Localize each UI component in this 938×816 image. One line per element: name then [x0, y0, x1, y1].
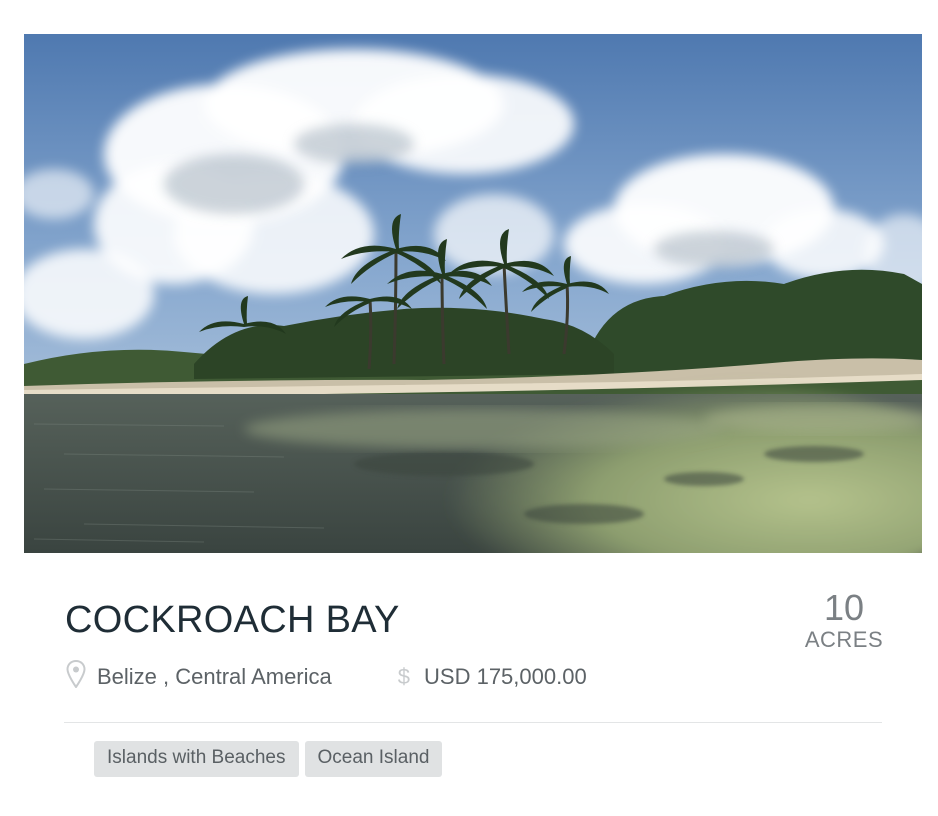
listing-photo[interactable] [24, 34, 922, 553]
divider [64, 722, 882, 723]
price-text: USD 175,000.00 [424, 664, 587, 689]
listing-meta: Belize , Central America $ USD 175,000.0… [66, 660, 587, 694]
listing-title[interactable]: COCKROACH BAY [65, 597, 400, 643]
tag-islands-with-beaches[interactable]: Islands with Beaches [94, 741, 299, 777]
tag-list: Islands with Beaches Ocean Island [94, 741, 443, 777]
location-text: Belize , Central America [97, 664, 332, 689]
location: Belize , Central America [66, 660, 332, 690]
dollar-icon: $ [397, 664, 411, 689]
area-value: 10 [823, 587, 865, 628]
area-badge: 10 ACRES [800, 588, 888, 652]
area-unit: ACRES [804, 627, 884, 652]
tag-ocean-island[interactable]: Ocean Island [304, 741, 443, 777]
listing-card[interactable]: COCKROACH BAY 10 ACRES Belize , Central … [0, 0, 938, 816]
price: $ USD 175,000.00 [332, 664, 587, 690]
map-pin-icon [66, 660, 86, 688]
